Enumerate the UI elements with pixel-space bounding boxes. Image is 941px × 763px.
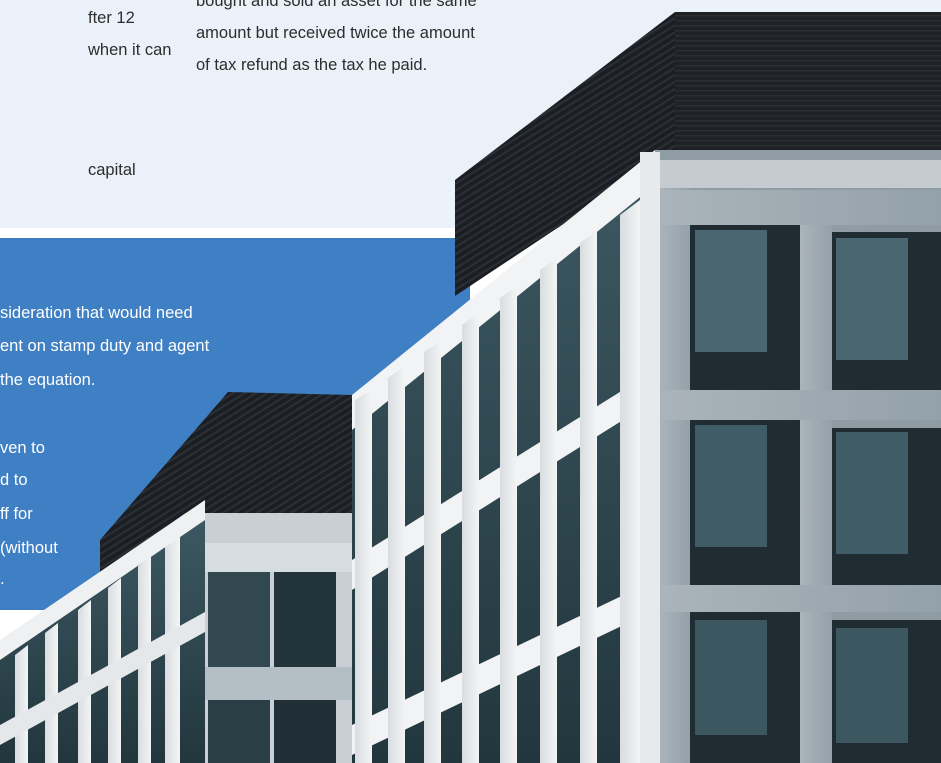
main-building-roof-right <box>675 12 941 170</box>
office-building-image <box>0 12 941 763</box>
